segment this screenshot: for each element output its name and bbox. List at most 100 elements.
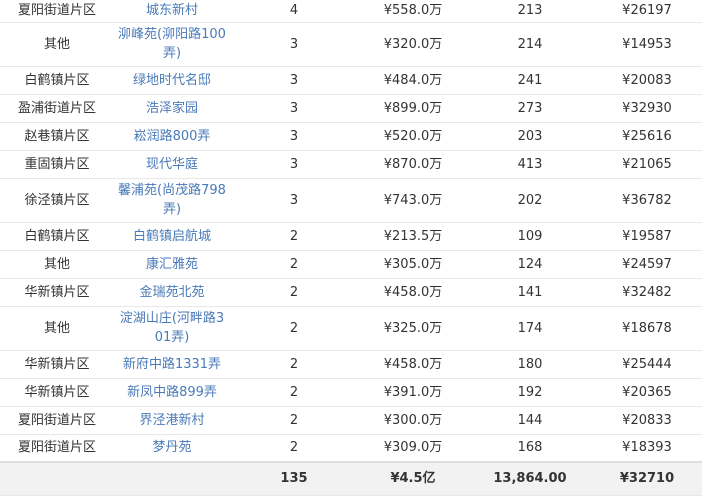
table-row: 其他 淀湖山庄(河畔路301弄) 2 ¥325.0万 174 ¥18678	[0, 306, 702, 351]
community-link[interactable]: 淀湖山庄(河畔路301弄)	[120, 311, 224, 345]
deals-cell: 180	[468, 350, 592, 379]
area-cell: 夏阳街道片区	[0, 0, 114, 23]
total-price-cell: ¥325.0万	[358, 306, 468, 351]
total-price-cell: ¥300.0万	[358, 406, 468, 435]
total-price-cell: ¥458.0万	[358, 350, 468, 379]
deals-cell: 124	[468, 250, 592, 279]
table-row: 华新镇片区 金瑞苑北苑 2 ¥458.0万 141 ¥32482	[0, 278, 702, 307]
unit-price-cell: ¥20365	[592, 378, 702, 407]
total-community-cell	[114, 461, 230, 496]
table-row: 其他 康汇雅苑 2 ¥305.0万 124 ¥24597	[0, 250, 702, 279]
total-price-cell: ¥870.0万	[358, 150, 468, 179]
unit-price-cell: ¥25444	[592, 350, 702, 379]
community-cell: 崧润路800弄	[114, 122, 230, 151]
community-link[interactable]: 新府中路1331弄	[123, 357, 221, 372]
community-cell: 新凤中路899弄	[114, 378, 230, 407]
unit-price-cell: ¥18393	[592, 434, 702, 463]
unit-price-cell: ¥21065	[592, 150, 702, 179]
count-cell: 2	[230, 406, 358, 435]
area-cell: 华新镇片区	[0, 378, 114, 407]
count-cell: 4	[230, 0, 358, 23]
unit-price-cell: ¥36782	[592, 178, 702, 223]
total-price-cell: ¥484.0万	[358, 66, 468, 95]
community-cell: 城东新村	[114, 0, 230, 23]
table-row: 夏阳街道片区 梦丹苑 2 ¥309.0万 168 ¥18393	[0, 434, 702, 463]
community-link[interactable]: 界泾港新村	[139, 413, 204, 428]
total-price-cell: ¥391.0万	[358, 378, 468, 407]
community-link[interactable]: 现代华庭	[146, 157, 198, 172]
community-link[interactable]: 白鹤镇启航城	[133, 229, 211, 244]
community-link[interactable]: 浩泽家园	[146, 101, 198, 116]
area-cell: 其他	[0, 22, 114, 67]
table-row: 华新镇片区 新府中路1331弄 2 ¥458.0万 180 ¥25444	[0, 350, 702, 379]
community-link[interactable]: 康汇雅苑	[146, 257, 198, 272]
table-row: 其他 泖峰苑(泖阳路100弄) 3 ¥320.0万 214 ¥14953	[0, 22, 702, 67]
unit-price-cell: ¥19587	[592, 222, 702, 251]
community-cell: 绿地时代名邸	[114, 66, 230, 95]
unit-price-cell: ¥24597	[592, 250, 702, 279]
count-cell: 2	[230, 278, 358, 307]
deals-cell: 141	[468, 278, 592, 307]
table-row: 盈浦街道片区 浩泽家园 3 ¥899.0万 273 ¥32930	[0, 94, 702, 123]
total-price-cell: ¥305.0万	[358, 250, 468, 279]
community-link[interactable]: 绿地时代名邸	[133, 73, 211, 88]
community-link[interactable]: 馨浦苑(尚茂路798弄)	[118, 183, 226, 217]
count-cell: 3	[230, 150, 358, 179]
deals-cell: 273	[468, 94, 592, 123]
community-cell: 泖峰苑(泖阳路100弄)	[114, 22, 230, 67]
community-link[interactable]: 城东新村	[146, 3, 198, 18]
total-price-cell: ¥899.0万	[358, 94, 468, 123]
total-price-cell: ¥520.0万	[358, 122, 468, 151]
count-cell: 2	[230, 306, 358, 351]
table-row: 华新镇片区 新凤中路899弄 2 ¥391.0万 192 ¥20365	[0, 378, 702, 407]
community-link[interactable]: 梦丹苑	[152, 440, 191, 455]
unit-price-cell: ¥32482	[592, 278, 702, 307]
table-row: 徐泾镇片区 馨浦苑(尚茂路798弄) 3 ¥743.0万 202 ¥36782	[0, 178, 702, 223]
total-price-cell: ¥320.0万	[358, 22, 468, 67]
table-row: 重固镇片区 现代华庭 3 ¥870.0万 413 ¥21065	[0, 150, 702, 179]
community-cell: 现代华庭	[114, 150, 230, 179]
community-link[interactable]: 新凤中路899弄	[127, 385, 217, 400]
community-link[interactable]: 泖峰苑(泖阳路100弄)	[118, 27, 226, 61]
count-cell: 2	[230, 350, 358, 379]
total-count-cell: 135	[230, 461, 358, 496]
deals-cell: 168	[468, 434, 592, 463]
area-cell: 白鹤镇片区	[0, 222, 114, 251]
deals-cell: 203	[468, 122, 592, 151]
community-cell: 馨浦苑(尚茂路798弄)	[114, 178, 230, 223]
count-cell: 3	[230, 66, 358, 95]
deals-cell: 144	[468, 406, 592, 435]
total-area-cell	[0, 461, 114, 496]
community-cell: 淀湖山庄(河畔路301弄)	[114, 306, 230, 351]
table-body: 夏阳街道片区 城东新村 4 ¥558.0万 213 ¥26197 其他 泖峰苑(…	[0, 0, 702, 496]
table-row: 白鹤镇片区 绿地时代名邸 3 ¥484.0万 241 ¥20083	[0, 66, 702, 95]
area-cell: 夏阳街道片区	[0, 406, 114, 435]
unit-price-cell: ¥32930	[592, 94, 702, 123]
unit-price-cell: ¥20833	[592, 406, 702, 435]
unit-price-cell: ¥18678	[592, 306, 702, 351]
count-cell: 3	[230, 22, 358, 67]
total-price-cell: ¥309.0万	[358, 434, 468, 463]
area-cell: 白鹤镇片区	[0, 66, 114, 95]
count-cell: 3	[230, 94, 358, 123]
deals-cell: 413	[468, 150, 592, 179]
unit-price-cell: ¥25616	[592, 122, 702, 151]
total-price-cell: ¥743.0万	[358, 178, 468, 223]
area-cell: 华新镇片区	[0, 278, 114, 307]
community-cell: 新府中路1331弄	[114, 350, 230, 379]
listing-table: 夏阳街道片区 城东新村 4 ¥558.0万 213 ¥26197 其他 泖峰苑(…	[0, 0, 702, 496]
deals-cell: 214	[468, 22, 592, 67]
community-cell: 梦丹苑	[114, 434, 230, 463]
deals-cell: 192	[468, 378, 592, 407]
community-cell: 界泾港新村	[114, 406, 230, 435]
area-cell: 华新镇片区	[0, 350, 114, 379]
community-link[interactable]: 金瑞苑北苑	[139, 285, 204, 300]
total-price-cell: ¥458.0万	[358, 278, 468, 307]
community-link[interactable]: 崧润路800弄	[134, 129, 211, 144]
deals-cell: 174	[468, 306, 592, 351]
total-deals-cell: 13,864.00	[468, 461, 592, 496]
total-price-sum-cell: ¥4.5亿	[358, 461, 468, 496]
total-unit-price-cell: ¥32710	[592, 461, 702, 496]
count-cell: 2	[230, 434, 358, 463]
community-cell: 白鹤镇启航城	[114, 222, 230, 251]
